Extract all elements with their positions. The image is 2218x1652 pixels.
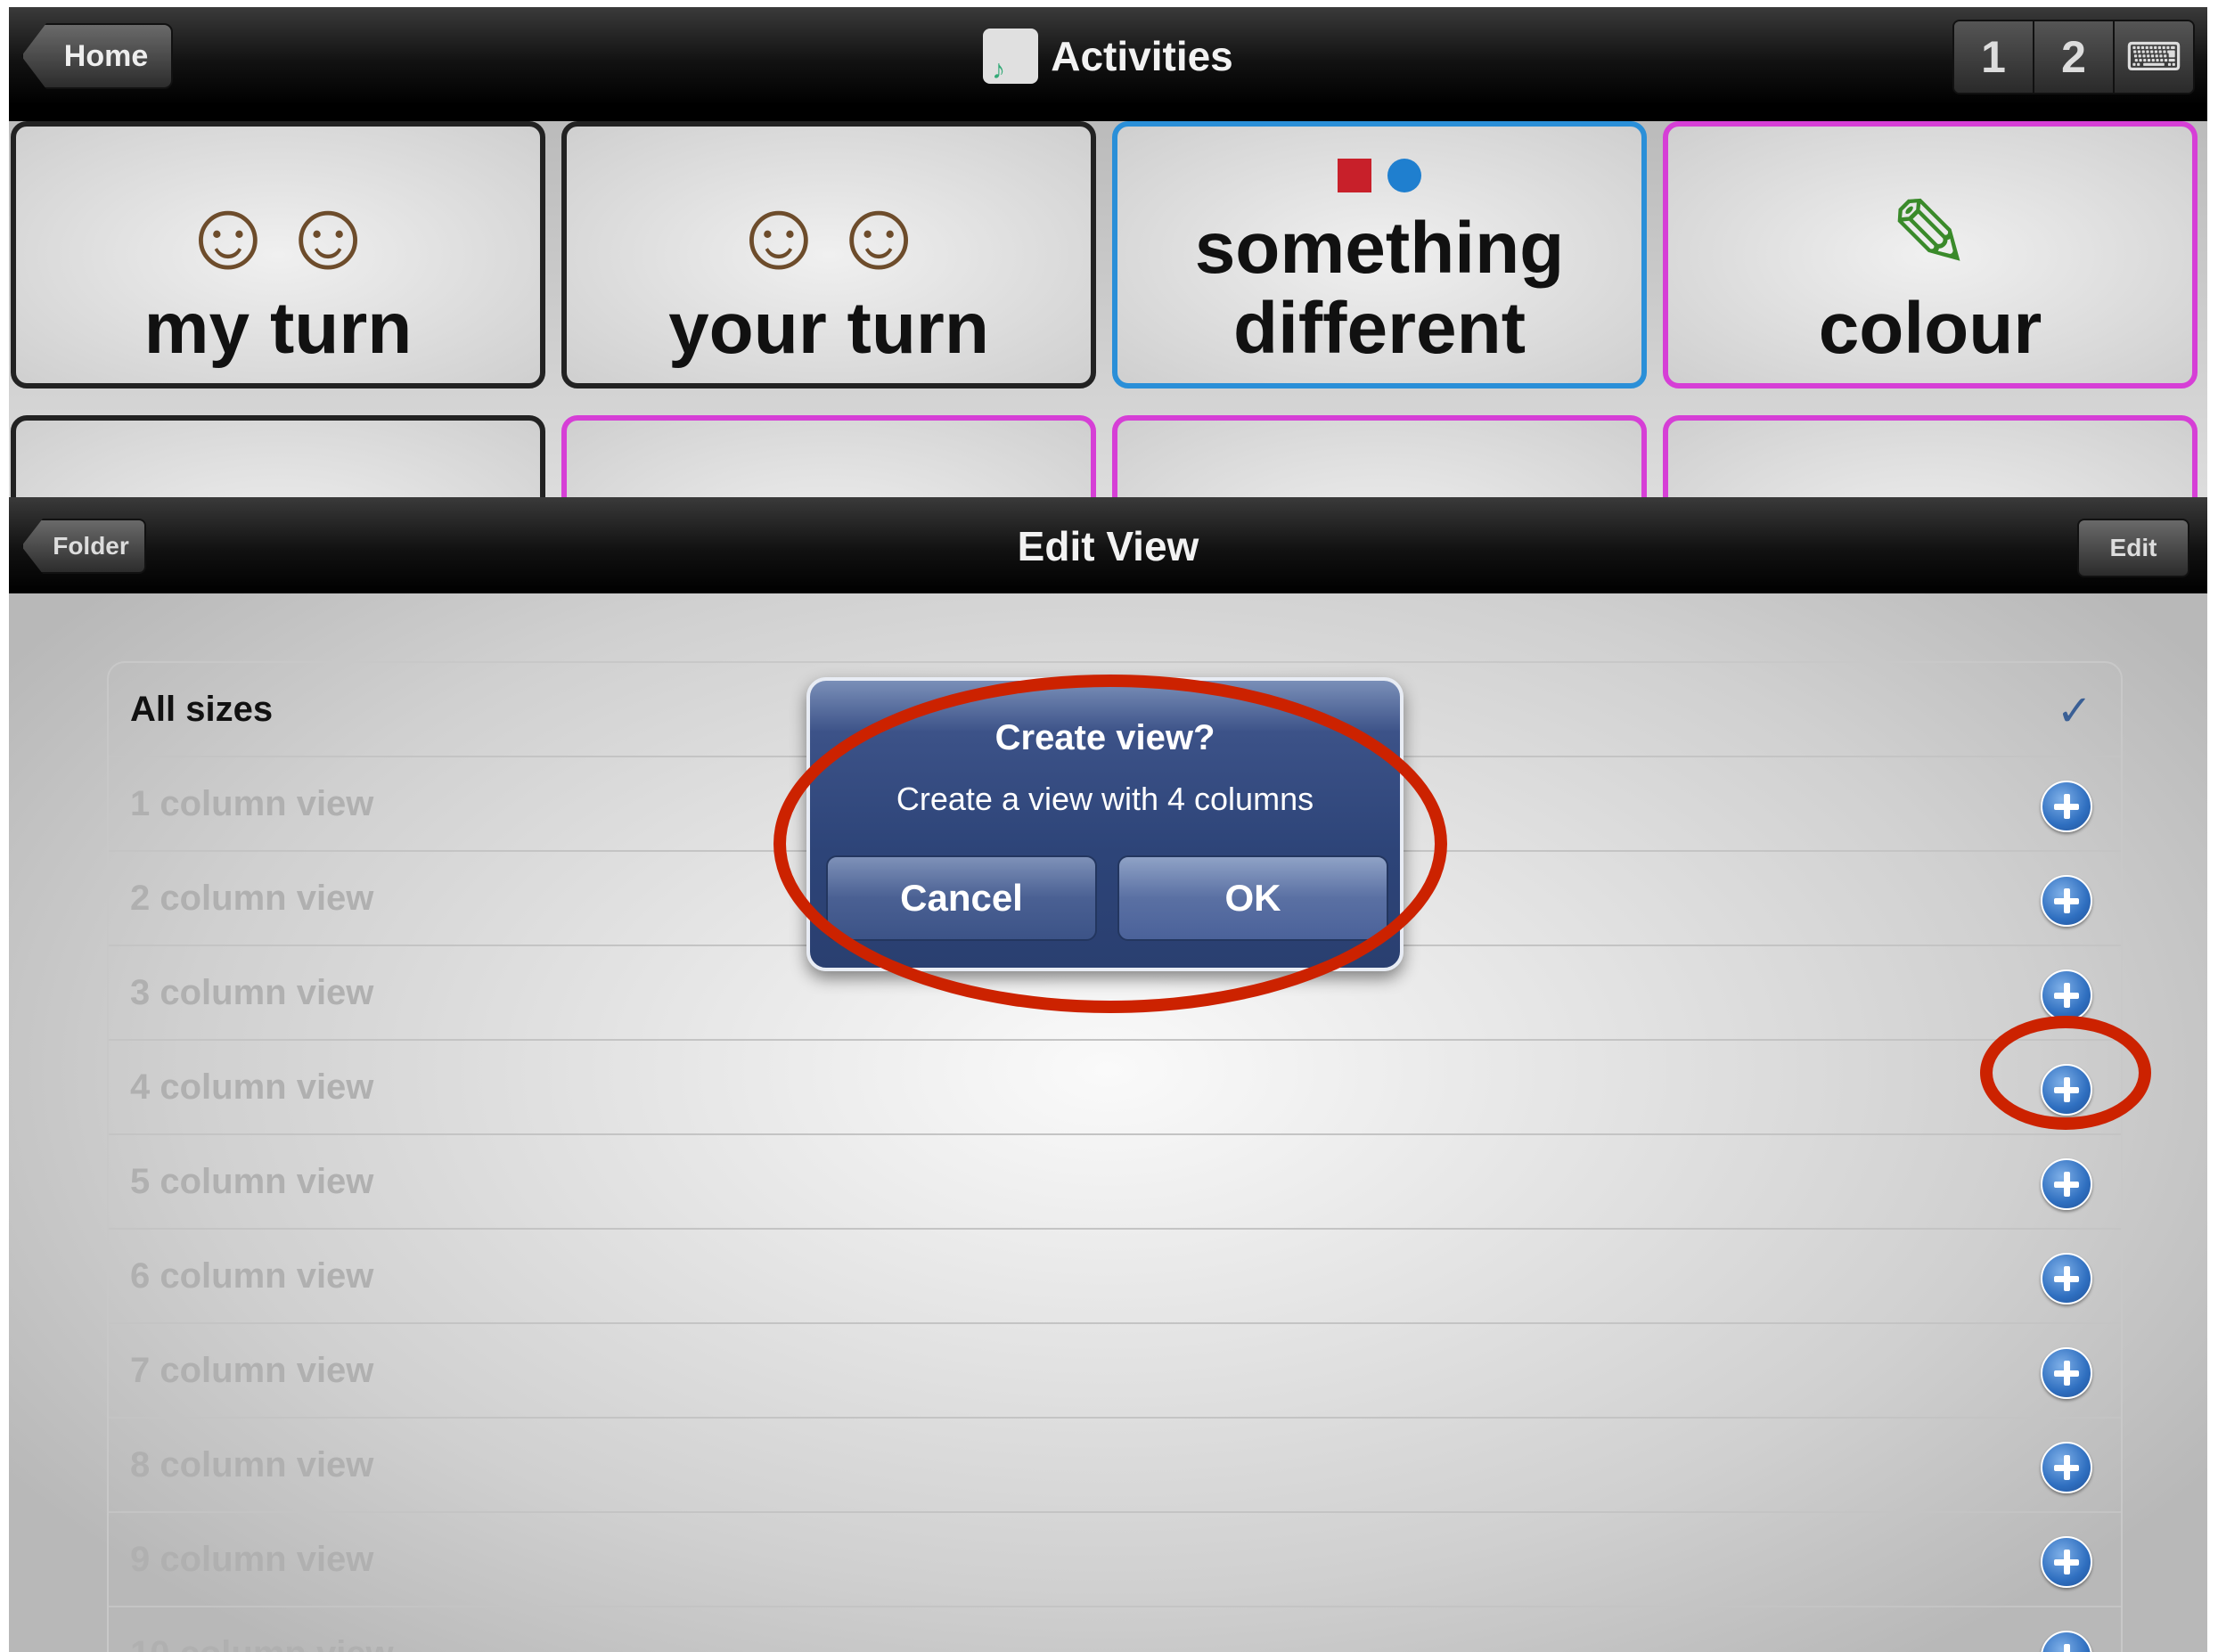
cell-label: something different [1194,208,1565,369]
view-row-label: 10 column view [130,1634,394,1652]
add-view-plus-icon[interactable] [2041,969,2092,1021]
shapes-symbol-icon [1338,159,1421,192]
activities-folder-icon: ♪ [983,28,1039,85]
edit-view-bar: Folder Edit View Edit [9,497,2207,593]
view-row-5-column[interactable]: 5 column view [109,1135,2121,1230]
keyboard-icon: ⌨ [2125,35,2182,79]
view-row-label: 6 column view [130,1255,374,1296]
my-turn-symbol-icon: ☺☺ [177,180,379,290]
page-title-text: Activities [1051,33,1233,79]
keyboard-button[interactable]: ⌨ [2115,21,2193,93]
view-row-label: 7 column view [130,1350,374,1390]
edit-view-title: Edit View [1017,523,1199,569]
add-view-plus-icon[interactable] [2041,1347,2092,1399]
top-nav-bar: Home ♪ Activities 1 2 ⌨ [9,7,2207,105]
add-view-plus-icon[interactable] [2041,781,2092,832]
view-row-label: 4 column view [130,1067,374,1107]
page-2-button[interactable]: 2 [2034,21,2115,93]
add-view-plus-icon[interactable] [2041,1536,2092,1588]
cell-my-turn[interactable]: ☺☺ my turn [11,121,545,388]
view-row-label: 5 column view [130,1161,374,1201]
cell-colour[interactable]: ✎ colour [1663,121,2198,388]
page-1-button[interactable]: 1 [1954,21,2034,93]
view-row-8-column[interactable]: 8 column view [109,1419,2121,1513]
cell-label: colour [1818,288,2042,369]
view-row-label: 2 column view [130,878,374,918]
cell-something-different[interactable]: something different [1112,121,1647,388]
view-row-6-column[interactable]: 6 column view [109,1230,2121,1324]
view-row-10-column[interactable]: 10 column view [109,1607,2121,1652]
page-switcher: 1 2 ⌨ [1952,20,2195,94]
add-view-plus-icon[interactable] [2041,1631,2092,1652]
add-view-plus-icon[interactable] [2041,1158,2092,1210]
add-view-plus-icon[interactable] [2041,875,2092,927]
edit-button[interactable]: Edit [2077,519,2189,577]
view-row-label: 1 column view [130,783,374,823]
your-turn-symbol-icon: ☺☺ [728,180,929,290]
cell-label: your turn [668,288,989,369]
symbol-grid: ☺☺ my turn ☺☺ your turn something differ… [9,121,2207,683]
cell-your-turn[interactable]: ☺☺ your turn [561,121,1096,388]
view-row-4-column[interactable]: 4 column view [109,1041,2121,1135]
colouring-book-icon: ✎ [1888,180,1972,290]
view-row-label: 9 column view [130,1539,374,1579]
add-view-plus-icon[interactable] [2041,1442,2092,1493]
add-view-plus-icon[interactable] [2041,1253,2092,1304]
annotation-ring-alert [773,675,1447,1013]
annotation-ring-plus [1980,1016,2151,1130]
cell-label: my turn [143,288,413,369]
view-row-label: All sizes [130,689,274,729]
view-row-label: 8 column view [130,1444,374,1484]
view-row-7-column[interactable]: 7 column view [109,1324,2121,1419]
view-row-9-column[interactable]: 9 column view [109,1513,2121,1607]
page-title: ♪ Activities [9,23,2207,89]
view-row-label: 3 column view [130,972,374,1012]
checkmark-icon: ✓ [2056,688,2092,735]
